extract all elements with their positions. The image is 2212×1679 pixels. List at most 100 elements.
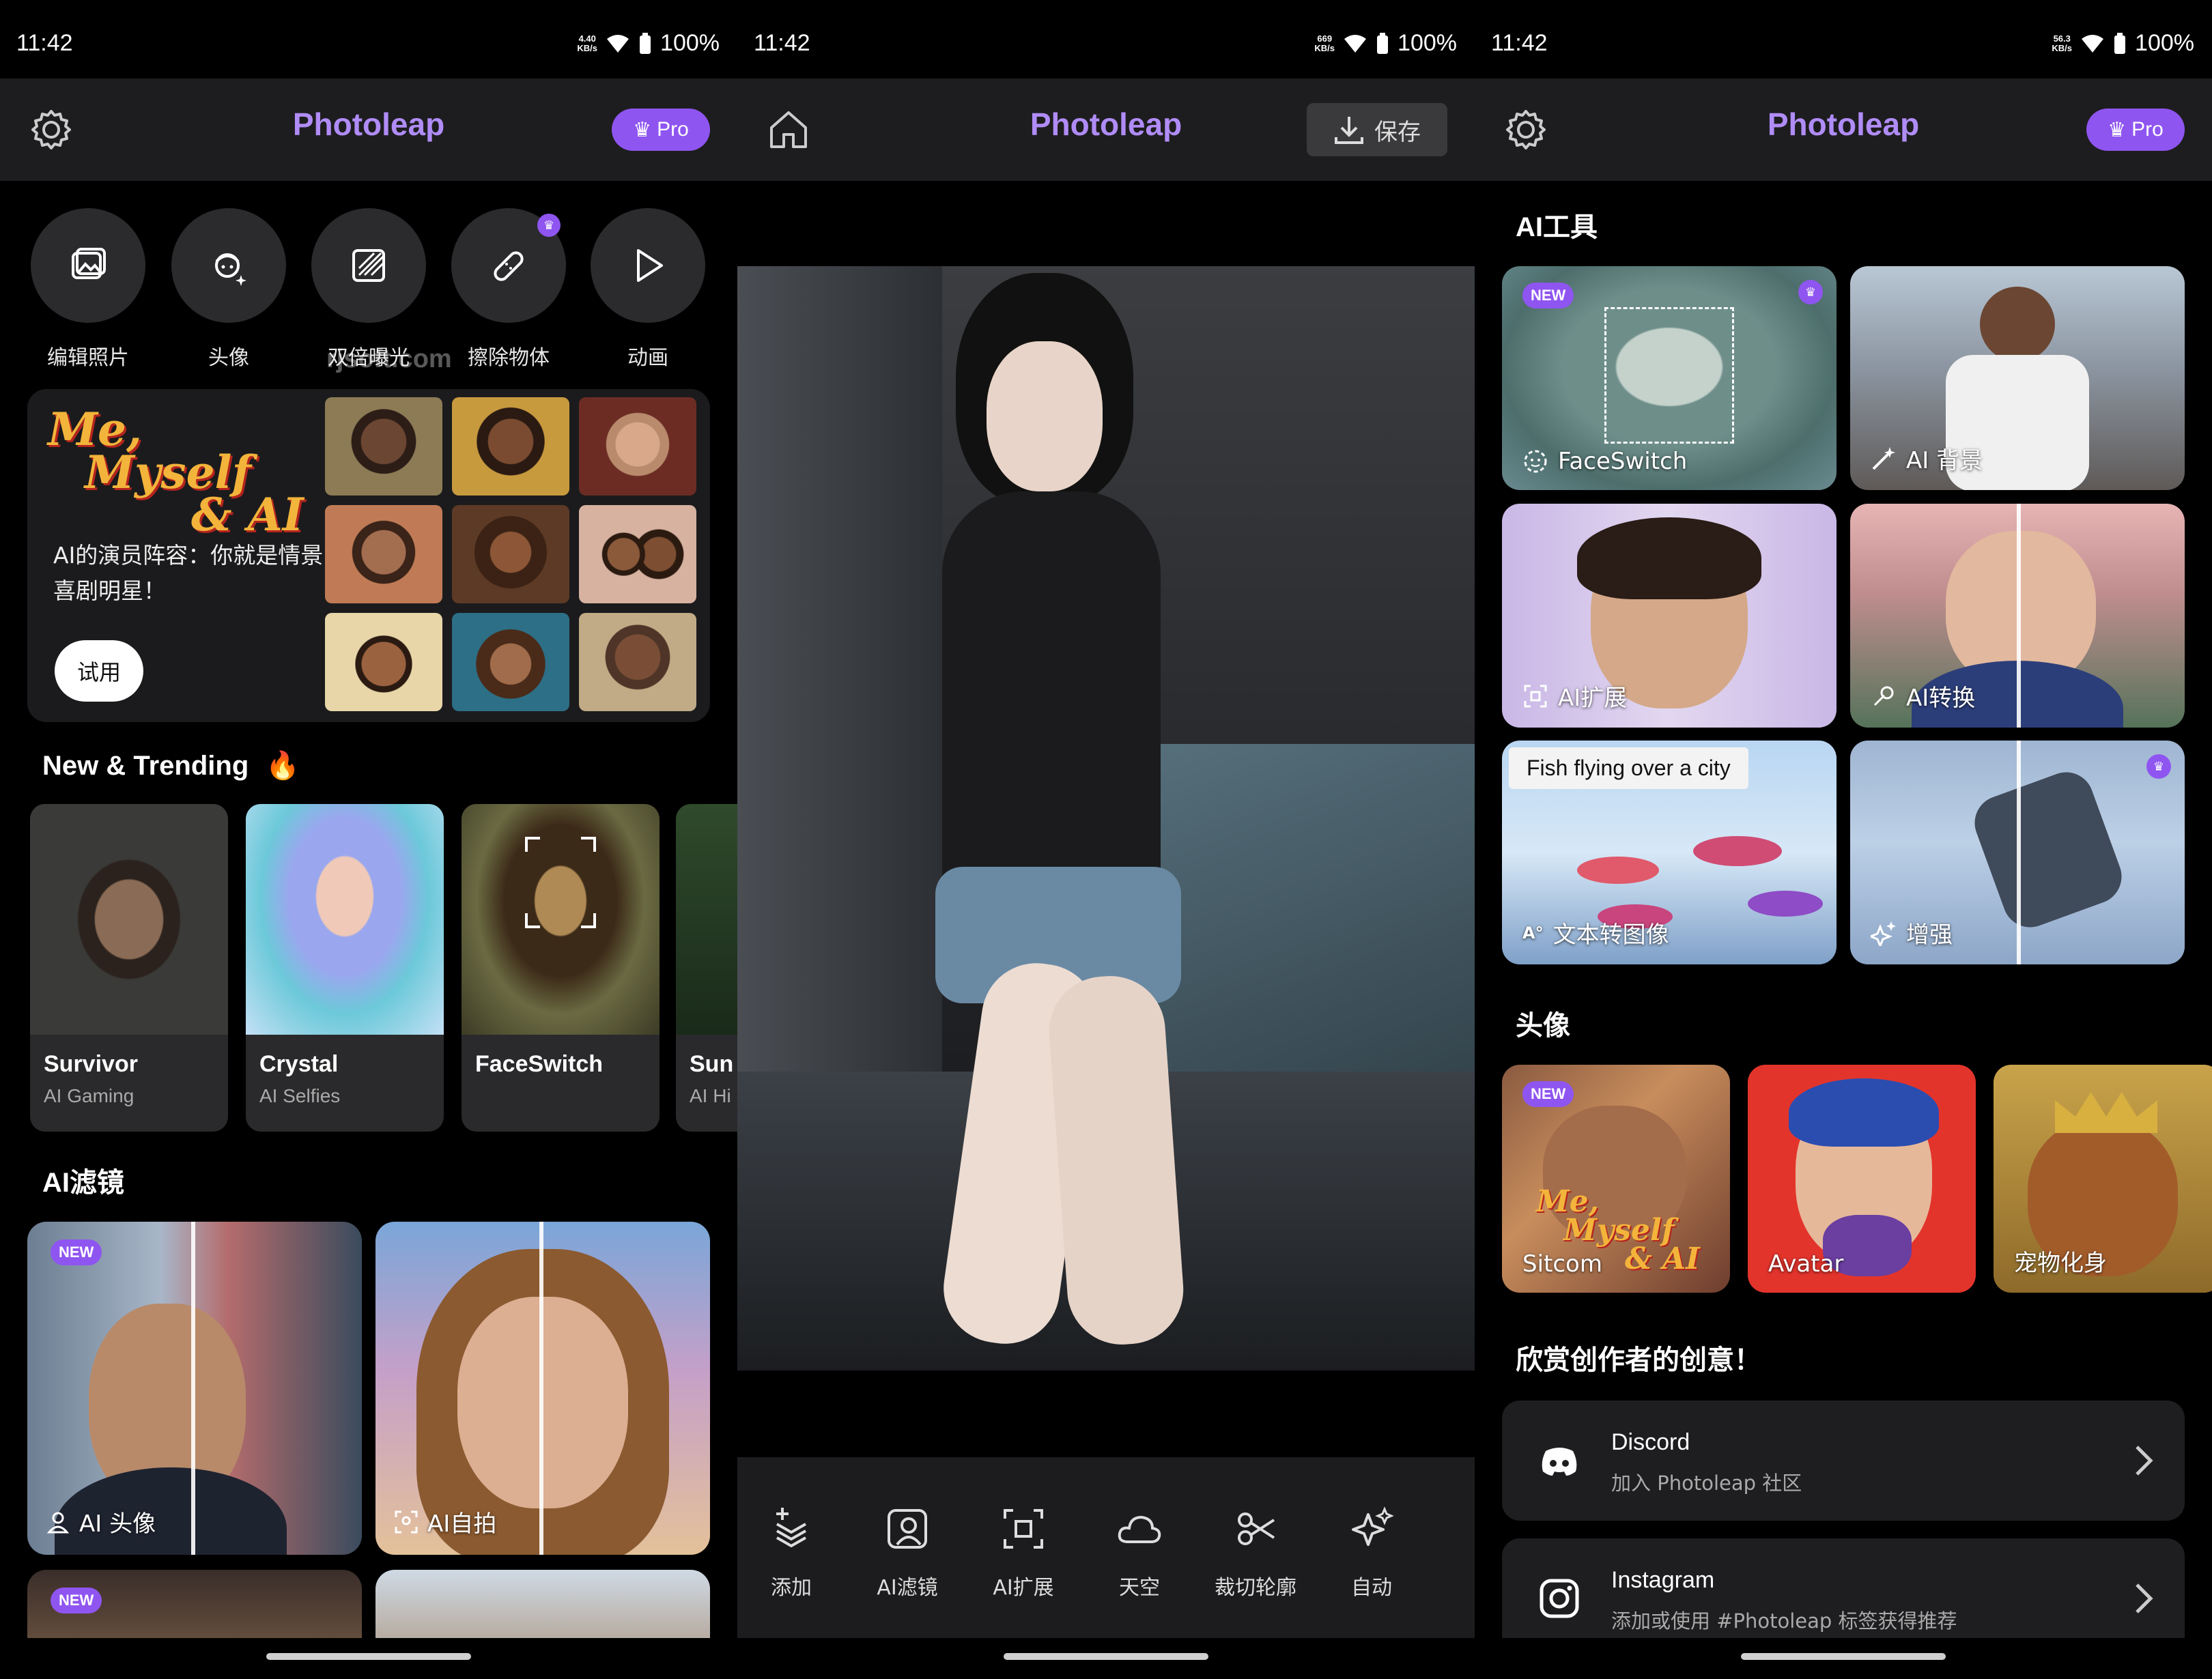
edit-tool-label: AI滤镜 — [877, 1576, 938, 1600]
status-icons: 669 KB/s 100% — [1314, 30, 1457, 57]
trending-card-sun[interactable]: Sun AI Hi — [676, 804, 737, 1132]
trending-image — [30, 804, 228, 1035]
edit-tool-label: AI扩展 — [993, 1576, 1054, 1600]
edit-tool-ai-filter[interactable]: AI滤镜 — [856, 1505, 959, 1601]
face-frame-icon — [525, 837, 596, 928]
compare-slider[interactable] — [191, 1222, 195, 1555]
ai-tool-person — [1980, 287, 2055, 362]
avatar-card-pet[interactable]: 宠物化身 — [1994, 1065, 2212, 1293]
filter-card-ai-selfie[interactable]: AI自拍 — [375, 1222, 710, 1555]
sitcom-banner[interactable]: Me, Myself & AI AI的演员阵容：你就是情景喜剧明星！ 试用 — [27, 389, 710, 722]
expand-icon — [1004, 1509, 1043, 1549]
trending-name: Crystal — [259, 1051, 339, 1077]
trending-card-faceswitch[interactable]: FaceSwitch — [462, 804, 660, 1132]
watermark: rjsoft.com — [326, 345, 452, 373]
tool-label: 擦除物体 — [468, 346, 550, 370]
tool-erase-object[interactable]: ♛ 擦除物体 — [451, 208, 567, 371]
app-bar: Photoleap ♛ Pro — [1475, 78, 2212, 181]
tools-screen: 11:42 56.3 KB/s 100% Photoleap ♛ Pro AI工具… — [1475, 0, 2212, 1679]
person-icon — [46, 1512, 70, 1533]
avatar-label: Sitcom — [1522, 1250, 1602, 1278]
gesture-bar[interactable] — [1004, 1653, 1208, 1660]
fire-icon: 🔥 — [266, 751, 300, 781]
tool-avatar[interactable]: 头像 — [171, 208, 287, 371]
edit-tool-cutout[interactable]: 裁切轮廓 — [1204, 1505, 1307, 1601]
battery-icon — [2114, 32, 2126, 54]
community-discord[interactable]: Discord 加入 Photoleap 社区 — [1502, 1401, 2185, 1521]
trending-image — [462, 804, 660, 1035]
edit-tool-sky[interactable]: 天空 — [1088, 1505, 1191, 1601]
edit-tool-ai-expand[interactable]: AI扩展 — [972, 1505, 1075, 1601]
ai-tool-enhance[interactable]: ♛ 增强 — [1850, 741, 2185, 964]
pro-button[interactable]: ♛ Pro — [2086, 109, 2185, 151]
enhance-sparkle-icon — [1871, 921, 1896, 946]
ai-filters-title: AI滤镜 — [42, 1168, 124, 1198]
face-swap-icon — [1524, 450, 1547, 473]
status-time: 11:42 — [16, 30, 73, 56]
tool-animate[interactable]: 动画 — [590, 208, 706, 371]
photo-edit-icon — [72, 248, 106, 279]
crown-icon: ♛ — [633, 118, 652, 141]
trending-image — [246, 804, 444, 1035]
ai-tools-title: AI工具 — [1516, 212, 1598, 242]
battery-percent: 100% — [660, 30, 720, 56]
layers-add-icon — [776, 1508, 806, 1547]
save-label: 保存 — [1374, 118, 1421, 146]
ai-tool-faceswitch[interactable]: NEW ♛ FaceSwitch — [1502, 266, 1837, 490]
home-screen: 11:42 4.40 KB/s 100% Photoleap ♛ Pro 编辑照片… — [0, 0, 737, 1679]
eraser-bandage-icon — [494, 251, 524, 281]
ai-tool-ai-expand[interactable]: AI扩展 — [1502, 504, 1837, 728]
trending-image — [676, 804, 737, 1035]
trending-sub: AI Selfies — [259, 1085, 341, 1106]
ai-tool-label: A° 文本转图像 — [1522, 921, 1669, 949]
network-speed: 4.40 KB/s — [577, 33, 598, 53]
prompt-text-box: Fish flying over a city — [1509, 747, 1748, 789]
gesture-bar[interactable] — [1741, 1653, 1946, 1660]
sparkles-icon — [1352, 1506, 1394, 1546]
fish-shape — [1748, 891, 1823, 917]
ai-tool-ai-background[interactable]: AI 背景 — [1850, 266, 2185, 490]
magic-wand-icon — [1872, 446, 1895, 470]
sitcom-face-grid — [325, 397, 696, 711]
avatar-title: 头像 — [1516, 1011, 1570, 1041]
trending-card-crystal[interactable]: Crystal AI Selfies — [246, 804, 444, 1132]
edit-canvas-photo[interactable] — [737, 266, 1475, 1371]
community-title: 欣赏创作者的创意！ — [1516, 1345, 1761, 1375]
trending-name: Survivor — [44, 1051, 138, 1077]
face-thumbnail — [579, 505, 696, 603]
chevron-right-icon — [2136, 1446, 2153, 1476]
face-thumbnail — [325, 613, 442, 711]
transform-icon — [1873, 686, 1894, 706]
edit-tool-add[interactable]: 添加 — [740, 1505, 842, 1601]
avatar-card-avatar[interactable]: Avatar — [1748, 1065, 1976, 1293]
community-title-text: Discord — [1611, 1429, 1690, 1455]
save-button[interactable]: 保存 — [1307, 103, 1447, 156]
status-icons: 56.3 KB/s 100% — [2052, 30, 2194, 57]
community-sub-text: 添加或使用 #Photoleap 标签获得推荐 — [1611, 1609, 1957, 1633]
avatar-card-sitcom[interactable]: Me, Myself & AI NEW Sitcom — [1502, 1065, 1730, 1293]
ai-tool-label: FaceSwitch — [1522, 448, 1687, 475]
ai-tool-text-to-image[interactable]: Fish flying over a city A° 文本转图像 — [1502, 741, 1837, 964]
compare-slider[interactable] — [539, 1222, 543, 1555]
trending-card-survivor[interactable]: Survivor AI Gaming — [30, 804, 228, 1132]
compare-slider[interactable] — [2017, 741, 2021, 964]
photo-face — [987, 341, 1103, 491]
ai-tool-label: 增强 — [1871, 916, 1953, 949]
face-select-box — [1604, 307, 1734, 444]
ai-tool-ai-transform[interactable]: AI转换 — [1850, 504, 2185, 728]
try-button[interactable]: 试用 — [55, 640, 143, 702]
pro-button[interactable]: ♛ Pro — [612, 109, 710, 151]
tool-edit-photo[interactable]: 编辑照片 — [30, 208, 146, 371]
filter-card-ai-portrait[interactable]: NEW AI 头像 — [27, 1222, 362, 1555]
compare-slider[interactable] — [2017, 504, 2021, 728]
edit-tool-auto[interactable]: 自动 — [1320, 1505, 1423, 1601]
face-thumbnail — [579, 613, 696, 711]
network-speed: 56.3 KB/s — [2052, 33, 2073, 53]
download-icon — [1335, 117, 1363, 144]
battery-percent: 100% — [2135, 30, 2194, 56]
ai-portrait-icon — [888, 1509, 927, 1549]
gesture-bar[interactable] — [266, 1653, 471, 1660]
avatar-label: Avatar — [1768, 1250, 1844, 1278]
play-icon — [637, 249, 663, 282]
banner-text: AI的演员阵容：你就是情景喜剧明星！ — [53, 542, 324, 604]
